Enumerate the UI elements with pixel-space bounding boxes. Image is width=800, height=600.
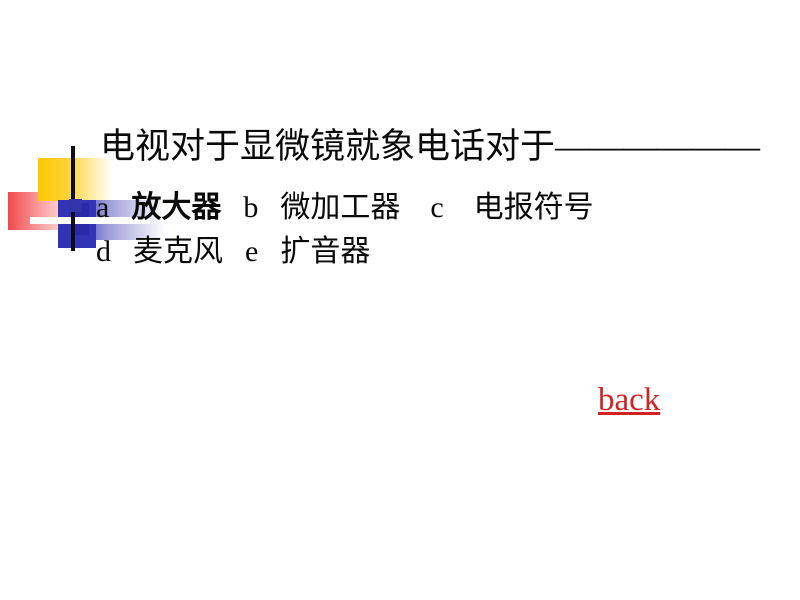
answer-options-row-2: d 麦克风 e 扩音器 xyxy=(62,230,782,274)
option-d-answer: 麦克风 xyxy=(133,235,223,268)
presentation-slide: 电视对于显微镜就象电话对于—————— a 放大器 b 微加工器 c 电报符号 d 麦克风 e… xyxy=(0,0,800,600)
option-a-answer: 放大器 xyxy=(131,191,222,224)
slide-title-text: 电视对于显微镜就象电话对于 xyxy=(100,127,556,166)
square-bullet-icon xyxy=(69,199,82,212)
answer-options-block: a 放大器 b 微加工器 c 电报符号 d 麦克风 e 扩音器 xyxy=(62,186,782,274)
option-b-answer: 微加工器 xyxy=(280,191,401,224)
option-c-letter: c xyxy=(430,191,444,224)
option-e-answer: 扩音器 xyxy=(280,235,371,268)
back-link[interactable]: back xyxy=(598,382,660,419)
option-a-letter: a xyxy=(96,191,110,224)
slide-title: 电视对于显微镜就象电话对于—————— xyxy=(100,127,790,167)
slide-title-dashes: —————— xyxy=(555,127,760,166)
option-e-letter: e xyxy=(245,235,259,268)
answer-options-row-1: a 放大器 b 微加工器 c 电报符号 xyxy=(62,186,782,230)
option-b-letter: b xyxy=(243,191,259,224)
option-d-letter: d xyxy=(96,235,111,268)
option-c-answer: 电报符号 xyxy=(473,191,594,224)
